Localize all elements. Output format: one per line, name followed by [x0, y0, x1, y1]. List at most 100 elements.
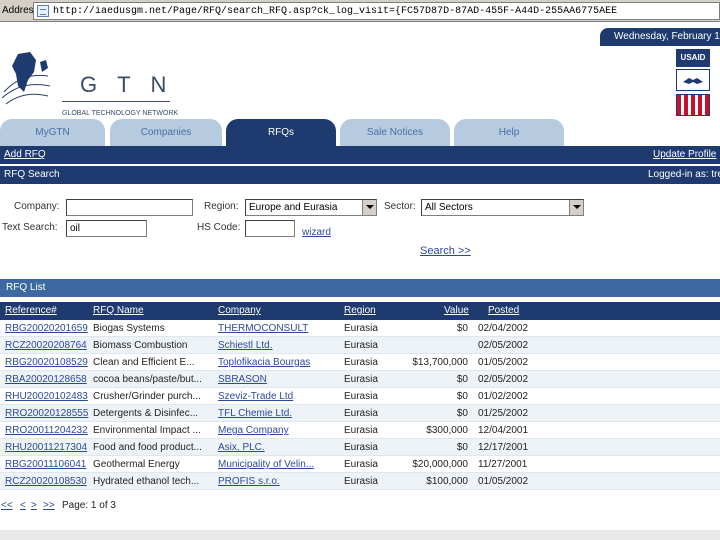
- chevron-down-icon[interactable]: [362, 200, 376, 215]
- col-region[interactable]: Region: [344, 305, 376, 316]
- posted-cell: 01/02/2002: [478, 391, 529, 402]
- col-value[interactable]: Value: [444, 305, 469, 316]
- add-rfq-link[interactable]: Add RFQ: [4, 149, 46, 160]
- page-footer-strip: [0, 530, 720, 540]
- sector-select-value: All Sectors: [425, 202, 473, 213]
- tab-sale-notices[interactable]: Sale Notices: [340, 119, 450, 146]
- region-select-value: Europe and Eurasia: [249, 202, 338, 213]
- main-tabs: MyGTN Companies RFQs Sale Notices Help: [0, 119, 720, 146]
- company-link[interactable]: Szeviz-Trade Ltd: [218, 391, 293, 402]
- region-select[interactable]: Europe and Eurasia: [245, 199, 377, 216]
- value-cell: $100,000: [426, 476, 468, 487]
- table-row: RBG20020108529 Clean and Efficient E... …: [0, 354, 720, 371]
- tab-companies[interactable]: Companies: [110, 119, 222, 146]
- hs-code-label: HS Code:: [197, 222, 241, 233]
- rfq-reference-link[interactable]: RRO20020128555: [5, 408, 88, 419]
- value-cell: $0: [456, 442, 468, 453]
- rfq-name: Crusher/Grinder purch...: [93, 391, 201, 402]
- logo-wordmark: GTN: [80, 72, 187, 97]
- tab-mygtn[interactable]: MyGTN: [0, 119, 105, 146]
- posted-cell: 11/27/2001: [478, 459, 528, 470]
- company-link[interactable]: Asix, PLC.: [218, 442, 265, 453]
- page-indicator: Page: 1 of 3: [62, 500, 116, 511]
- rfq-name: cocoa beans/paste/but...: [93, 374, 202, 385]
- region-label: Region:: [204, 201, 239, 212]
- last-page-link[interactable]: >>: [43, 500, 55, 511]
- col-rfq-name[interactable]: RFQ Name: [93, 305, 144, 316]
- posted-cell: 02/04/2002: [478, 323, 529, 334]
- rfq-reference-link[interactable]: RRO20011204232: [5, 425, 88, 436]
- value-cell: $0: [456, 408, 468, 419]
- rfq-reference-link[interactable]: RBA20020128658: [5, 374, 87, 385]
- rfq-reference-link[interactable]: RBG20011106041: [5, 459, 86, 470]
- rfq-reference-link[interactable]: RCZ20020208764: [5, 340, 87, 351]
- company-input[interactable]: [66, 199, 193, 216]
- first-page-link[interactable]: <<: [1, 500, 13, 511]
- tab-help[interactable]: Help: [454, 119, 564, 146]
- rfq-name: Geothermal Energy: [93, 459, 180, 470]
- rfq-reference-link[interactable]: RHU20020102483: [5, 391, 88, 402]
- chevron-down-icon[interactable]: [569, 200, 583, 215]
- rfq-reference-link[interactable]: RHU20011217304: [5, 442, 87, 453]
- posted-cell: 01/05/2002: [478, 357, 529, 368]
- table-row: RHU20020102483 Crusher/Grinder purch... …: [0, 388, 720, 405]
- company-link[interactable]: PROFIS s.r.o.: [218, 476, 280, 487]
- globe-icon: [1, 52, 51, 105]
- rfq-reference-link[interactable]: RCZ20020108530: [5, 476, 87, 487]
- company-link[interactable]: Municipality of Velin...: [218, 459, 314, 470]
- col-reference[interactable]: Reference#: [5, 305, 57, 316]
- rfq-reference-link[interactable]: RBG20020108529: [5, 357, 88, 368]
- value-cell: $0: [456, 374, 468, 385]
- logo-divider: [62, 101, 170, 102]
- value-cell: $13,700,000: [412, 357, 468, 368]
- sector-select[interactable]: All Sectors: [421, 199, 584, 216]
- rfq-name: Biogas Systems: [93, 323, 165, 334]
- value-cell: $0: [456, 323, 468, 334]
- company-link[interactable]: SBRASON: [218, 374, 267, 385]
- wizard-link[interactable]: wizard: [302, 227, 331, 238]
- tab-rfqs[interactable]: RFQs: [226, 119, 336, 146]
- company-link[interactable]: Mega Company: [218, 425, 289, 436]
- next-page-link[interactable]: >: [31, 500, 37, 511]
- hs-code-input[interactable]: [245, 220, 295, 237]
- value-cell: $20,000,000: [412, 459, 468, 470]
- table-header: Reference# RFQ Name Company Region Value…: [0, 302, 720, 320]
- browser-address-bar: Address http://iaedusgm.net/Page/RFQ/sea…: [0, 0, 720, 22]
- logged-in-status: Logged-in as: tre: [648, 169, 720, 180]
- region-cell: Eurasia: [344, 476, 378, 487]
- table-row: RBA20020128658 cocoa beans/paste/but... …: [0, 371, 720, 388]
- company-link[interactable]: TFL Chemie Ltd.: [218, 408, 292, 419]
- col-posted[interactable]: Posted: [488, 305, 519, 316]
- rfq-name: Food and food product...: [93, 442, 202, 453]
- posted-cell: 02/05/2002: [478, 340, 529, 351]
- company-link[interactable]: THERMOCONSULT: [218, 323, 308, 334]
- update-profile-link[interactable]: Update Profile: [653, 149, 716, 160]
- usaid-logo: USAID: [676, 49, 710, 67]
- table-row: RCZ20020108530 Hydrated ethanol tech... …: [0, 473, 720, 490]
- region-cell: Eurasia: [344, 425, 378, 436]
- rfq-list-header: RFQ List: [0, 279, 720, 297]
- url-input[interactable]: http://iaedusgm.net/Page/RFQ/search_RFQ.…: [33, 2, 720, 20]
- posted-cell: 02/05/2002: [478, 374, 529, 385]
- rfq-name: Biomass Combustion: [93, 340, 188, 351]
- company-link[interactable]: Toplofikacia Bourgas: [218, 357, 310, 368]
- search-button[interactable]: Search >>: [420, 245, 471, 257]
- posted-cell: 01/05/2002: [478, 476, 529, 487]
- company-label: Company:: [14, 201, 60, 212]
- text-search-input[interactable]: oil: [66, 220, 147, 237]
- region-cell: Eurasia: [344, 459, 378, 470]
- value-cell: $300,000: [426, 425, 468, 436]
- region-cell: Eurasia: [344, 340, 378, 351]
- col-company[interactable]: Company: [218, 305, 261, 316]
- gtn-logo[interactable]: GTN GLOBAL TECHNOLOGY NETWORK: [0, 26, 200, 117]
- region-cell: Eurasia: [344, 408, 378, 419]
- usaid-seal-icon: [676, 69, 710, 91]
- company-link[interactable]: Schiestl Ltd.: [218, 340, 272, 351]
- region-cell: Eurasia: [344, 323, 378, 334]
- table-row: RBG20020201659 Biogas Systems THERMOCONS…: [0, 320, 720, 337]
- rfq-reference-link[interactable]: RBG20020201659: [5, 323, 88, 334]
- usaid-flag-icon: [676, 94, 710, 116]
- region-cell: Eurasia: [344, 391, 378, 402]
- prev-page-link[interactable]: <: [20, 500, 26, 511]
- rfq-name: Clean and Efficient E...: [93, 357, 195, 368]
